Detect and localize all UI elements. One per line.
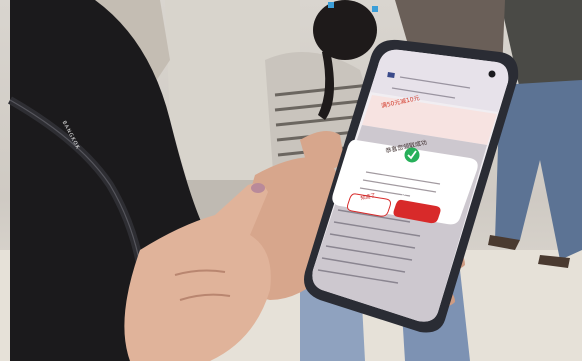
smartphone [304,39,519,333]
photo-scene: BANGKOK 满50元减10元 恭喜您领取成功 知道了 去使用 [0,0,582,361]
